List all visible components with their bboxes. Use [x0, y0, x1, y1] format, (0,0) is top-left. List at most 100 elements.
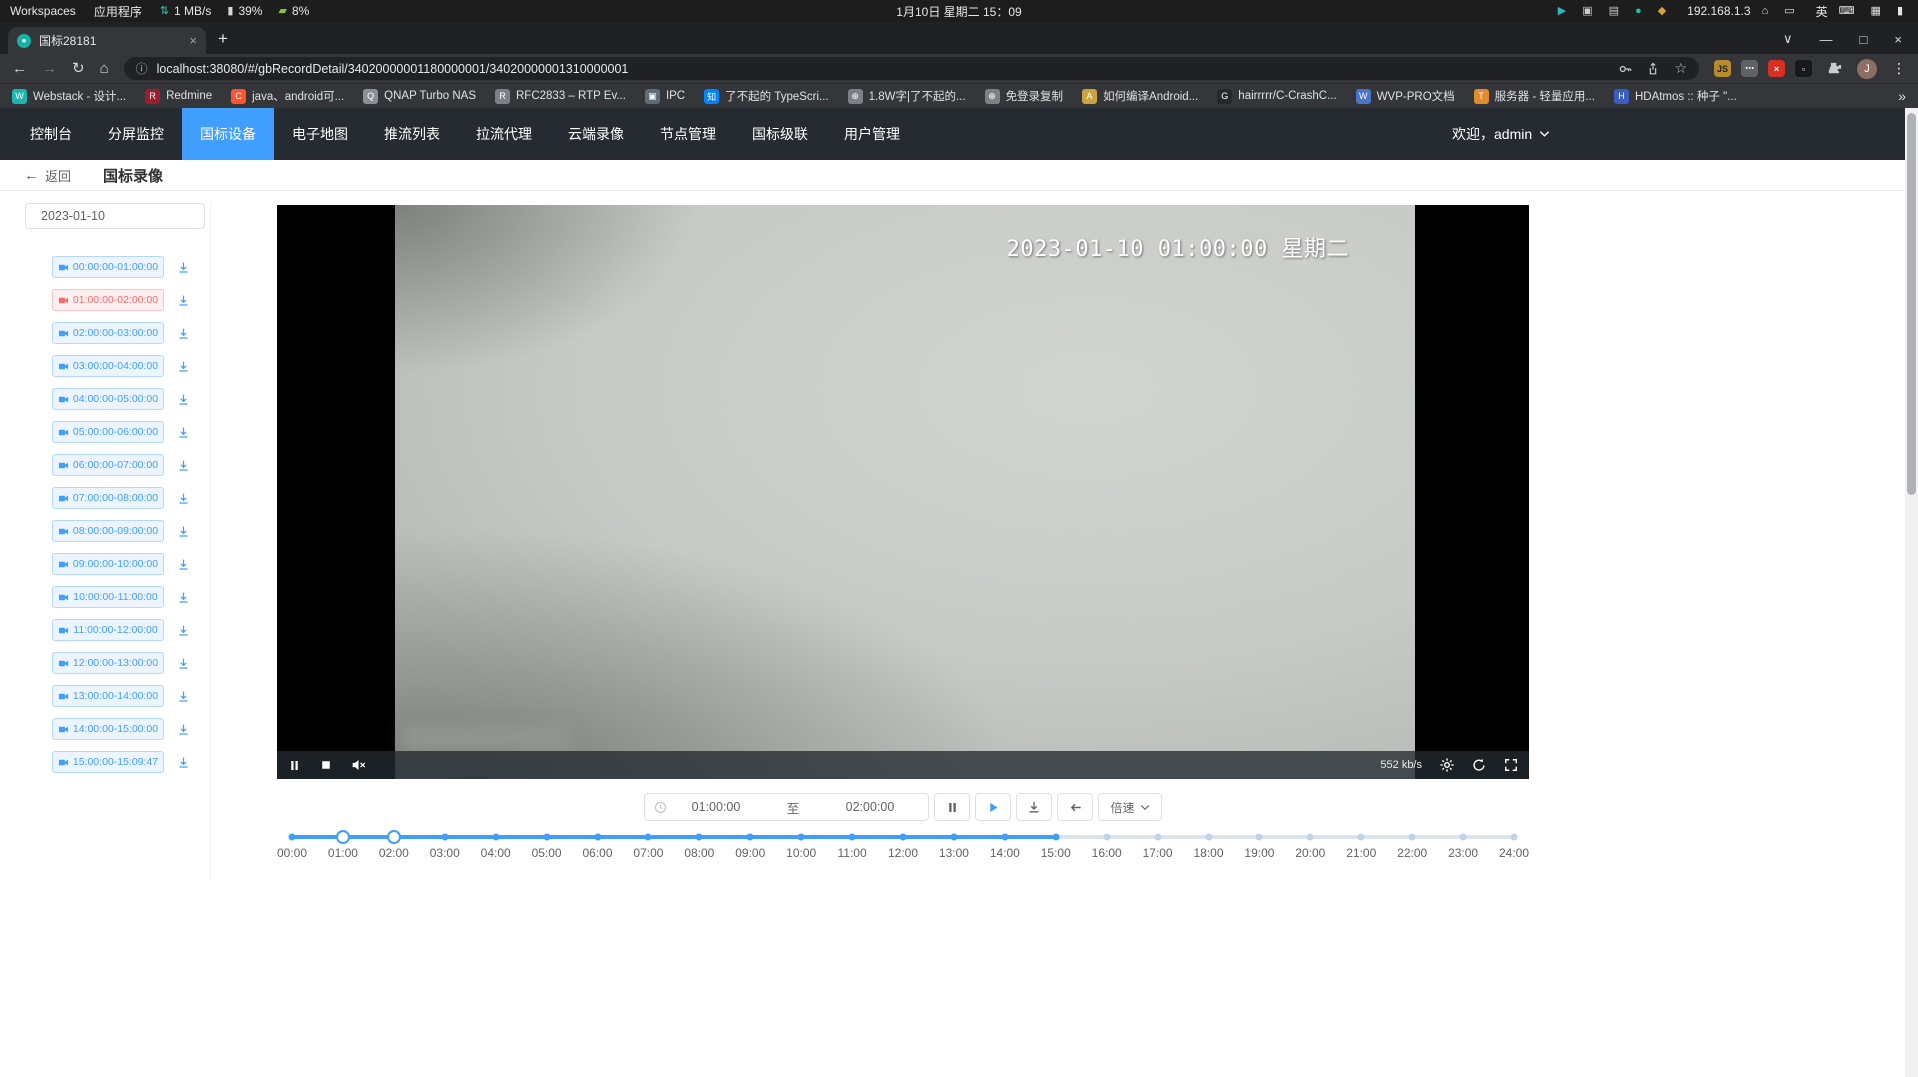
tray-item[interactable]: ▤ [1609, 6, 1624, 17]
segment-download-button[interactable] [177, 756, 190, 769]
timeline-hour-dot[interactable] [645, 834, 652, 841]
player-stop-icon[interactable] [320, 759, 332, 771]
workspaces-button[interactable]: Workspaces [10, 4, 76, 18]
user-menu[interactable]: 欢迎，admin [1452, 108, 1550, 160]
segment-button[interactable]: 07:00:00-08:00:00 [52, 487, 164, 509]
bookmark-item[interactable]: W Webstack - 设计... [12, 88, 126, 104]
end-time-input[interactable] [821, 800, 919, 814]
timeline-hour-dot[interactable] [1001, 834, 1008, 841]
segment-button[interactable]: 03:00:00-04:00:00 [52, 355, 164, 377]
segment-download-button[interactable] [177, 327, 190, 340]
segment-button[interactable]: 04:00:00-05:00:00 [52, 388, 164, 410]
segment-download-button[interactable] [177, 624, 190, 637]
extension-icon[interactable]: × [1768, 60, 1785, 77]
tray-item[interactable]: 192.168.1.3 [1682, 4, 1750, 18]
rewind-button[interactable] [1057, 793, 1093, 821]
segment-download-button[interactable] [177, 723, 190, 736]
segment-button[interactable]: 11:00:00-12:00:00 [52, 619, 164, 641]
nav-item[interactable]: 国标设备 [182, 108, 274, 160]
segment-button[interactable]: 10:00:00-11:00:00 [52, 586, 164, 608]
bookmark-star-icon[interactable]: ☆ [1674, 60, 1687, 77]
bookmark-item[interactable]: ⊕ 免登录复制 [985, 88, 1064, 104]
segment-button[interactable]: 06:00:00-07:00:00 [52, 454, 164, 476]
window-minimize-button[interactable]: — [1820, 32, 1833, 47]
profile-avatar[interactable]: J [1857, 59, 1877, 79]
timeline-hour-dot[interactable] [849, 834, 856, 841]
download-button[interactable] [1016, 793, 1052, 821]
segment-button[interactable]: 08:00:00-09:00:00 [52, 520, 164, 542]
bookmark-item[interactable]: ⊕ 1.8W字|了不起的... [848, 88, 966, 104]
timeline-hour-dot[interactable] [1052, 834, 1059, 841]
segment-download-button[interactable] [177, 426, 190, 439]
extension-icon[interactable]: JS [1714, 60, 1731, 77]
tray-item[interactable]: ⌨ [1839, 6, 1860, 17]
date-input[interactable] [41, 209, 202, 223]
forward-button[interactable]: → [42, 61, 57, 76]
timeline-hour-dot[interactable] [1460, 834, 1467, 841]
segment-button[interactable]: 12:00:00-13:00:00 [52, 652, 164, 674]
nav-item[interactable]: 控制台 [12, 108, 90, 160]
timeline-handle[interactable] [336, 830, 350, 844]
extension-icon[interactable]: ▫ [1795, 60, 1812, 77]
nav-item[interactable]: 国标级联 [734, 108, 826, 160]
segment-download-button[interactable] [177, 360, 190, 373]
date-picker[interactable] [25, 203, 205, 229]
new-tab-button[interactable]: + [218, 29, 228, 49]
extension-icon[interactable]: ⋯ [1741, 60, 1758, 77]
system-indicator[interactable]: ▰ 8% [278, 4, 309, 18]
tray-item[interactable]: ▮ [1897, 6, 1908, 17]
nav-item[interactable]: 分屏监控 [90, 108, 182, 160]
segment-button[interactable]: 13:00:00-14:00:00 [52, 685, 164, 707]
segment-download-button[interactable] [177, 558, 190, 571]
segment-download-button[interactable] [177, 261, 190, 274]
start-time-input[interactable] [667, 800, 765, 814]
timeline-hour-dot[interactable] [950, 834, 957, 841]
timeline-handle[interactable] [387, 830, 401, 844]
timeline-hour-dot[interactable] [1154, 834, 1161, 841]
bookmarks-overflow-icon[interactable]: » [1898, 88, 1906, 104]
tray-item[interactable]: ◆ [1658, 6, 1671, 17]
segment-button[interactable]: 09:00:00-10:00:00 [52, 553, 164, 575]
bookmark-item[interactable]: T 服务器 - 轻量应用... [1474, 88, 1595, 104]
nav-item[interactable]: 拉流代理 [458, 108, 550, 160]
timeline-hour-dot[interactable] [492, 834, 499, 841]
window-maximize-button[interactable]: □ [1860, 32, 1868, 47]
scrollbar-thumb[interactable] [1907, 113, 1916, 495]
tab-search-icon[interactable]: ∨ [1783, 31, 1793, 47]
timeline-hour-dot[interactable] [900, 834, 907, 841]
tray-item[interactable]: ▦ [1871, 6, 1886, 17]
timeline-track[interactable] [292, 835, 1514, 839]
password-key-icon[interactable] [1618, 62, 1632, 76]
bookmark-item[interactable]: C java、android可... [231, 88, 344, 104]
timeline-hour-dot[interactable] [594, 834, 601, 841]
timeline-hour-dot[interactable] [1358, 834, 1365, 841]
player-pause-icon[interactable] [288, 759, 301, 772]
segment-button[interactable]: 14:00:00-15:00:00 [52, 718, 164, 740]
site-info-icon[interactable]: ⓘ [136, 60, 148, 77]
player-refresh-icon[interactable] [1472, 758, 1486, 772]
nav-item[interactable]: 云端录像 [550, 108, 642, 160]
bookmark-item[interactable]: R RFC2833 – RTP Ev... [495, 89, 626, 104]
nav-item[interactable]: 用户管理 [826, 108, 918, 160]
time-range-picker[interactable]: 至 [644, 793, 929, 821]
timeline-hour-dot[interactable] [1409, 834, 1416, 841]
nav-item[interactable]: 推流列表 [366, 108, 458, 160]
system-indicator[interactable]: ⇅ 1 MB/s [160, 4, 212, 18]
timeline[interactable]: 00:0001:0002:0003:0004:0005:0006:0007:00… [292, 827, 1514, 871]
bookmark-item[interactable]: Q QNAP Turbo NAS [363, 89, 476, 104]
tray-item[interactable]: 英 [1811, 3, 1828, 20]
tray-item[interactable]: ▣ [1582, 6, 1597, 17]
url-input[interactable] [157, 62, 1610, 76]
timeline-hour-dot[interactable] [1511, 834, 1518, 841]
segment-button[interactable]: 00:00:00-01:00:00 [52, 256, 164, 278]
segment-download-button[interactable] [177, 294, 190, 307]
segment-button[interactable]: 05:00:00-06:00:00 [52, 421, 164, 443]
timeline-hour-dot[interactable] [747, 834, 754, 841]
tray-item[interactable]: ▶ [1558, 6, 1571, 17]
segment-download-button[interactable] [177, 591, 190, 604]
speed-dropdown[interactable]: 倍速 [1098, 793, 1162, 821]
timeline-hour-dot[interactable] [696, 834, 703, 841]
bookmark-item[interactable]: 知 了不起的 TypeScri... [704, 88, 829, 104]
bookmark-item[interactable]: W WVP-PRO文档 [1356, 88, 1455, 104]
timeline-hour-dot[interactable] [798, 834, 805, 841]
